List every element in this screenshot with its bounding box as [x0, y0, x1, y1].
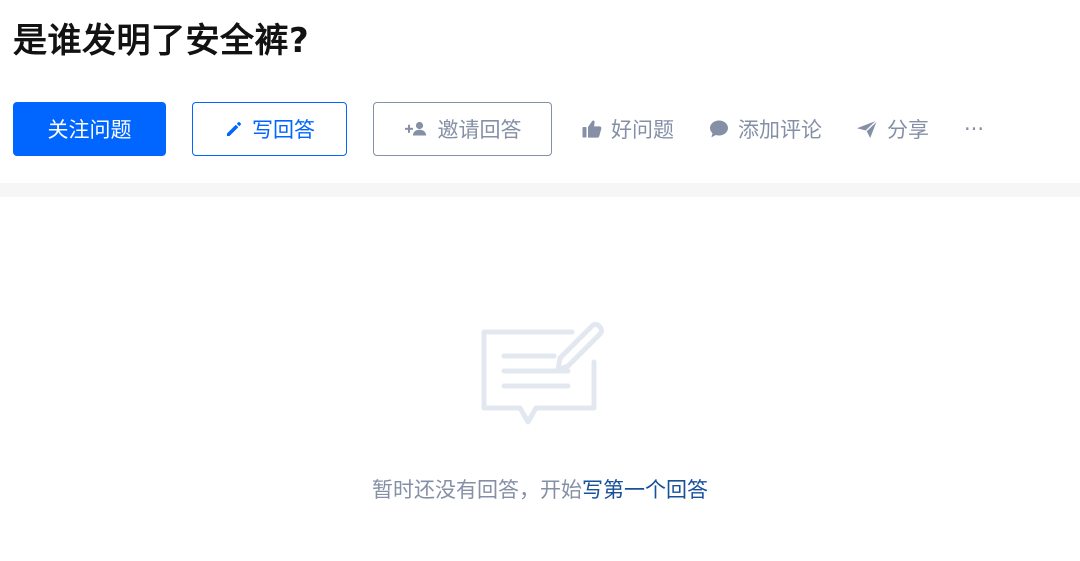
write-answer-label: 写回答 — [252, 118, 315, 142]
add-comment-label: 添加评论 — [738, 118, 822, 142]
pencil-icon — [224, 119, 244, 139]
more-button[interactable]: ··· — [964, 102, 984, 156]
paper-plane-icon — [855, 118, 879, 140]
question-title: 是谁发明了安全裤? — [13, 21, 310, 61]
section-divider — [0, 183, 1080, 197]
empty-message-text: 暂时还没有回答，开始 — [372, 478, 582, 502]
good-question-button[interactable]: 好问题 — [581, 102, 674, 156]
write-answer-button[interactable]: 写回答 — [192, 102, 347, 156]
share-button[interactable]: 分享 — [855, 102, 929, 156]
question-header: 是谁发明了安全裤? 关注问题 写回答 邀请回答 好问题 添加评论 分享 ··· — [0, 0, 1080, 183]
comment-bubble-icon — [708, 118, 730, 140]
empty-answers-message: 暂时还没有回答，开始写第一个回答 — [0, 475, 1080, 505]
invite-answer-button[interactable]: 邀请回答 — [373, 102, 552, 156]
good-question-label: 好问题 — [611, 118, 674, 142]
add-comment-button[interactable]: 添加评论 — [708, 102, 822, 156]
add-person-icon — [404, 119, 430, 139]
share-label: 分享 — [887, 118, 929, 142]
invite-answer-label: 邀请回答 — [437, 118, 522, 142]
empty-answer-illustration-icon — [476, 318, 604, 430]
write-first-answer-link[interactable]: 写第一个回答 — [582, 478, 708, 502]
more-icon: ··· — [964, 117, 985, 141]
thumbs-up-icon — [581, 118, 603, 140]
follow-question-label: 关注问题 — [47, 118, 132, 142]
follow-question-button[interactable]: 关注问题 — [13, 102, 166, 156]
question-actions: 关注问题 写回答 邀请回答 好问题 添加评论 分享 ··· — [13, 102, 984, 156]
